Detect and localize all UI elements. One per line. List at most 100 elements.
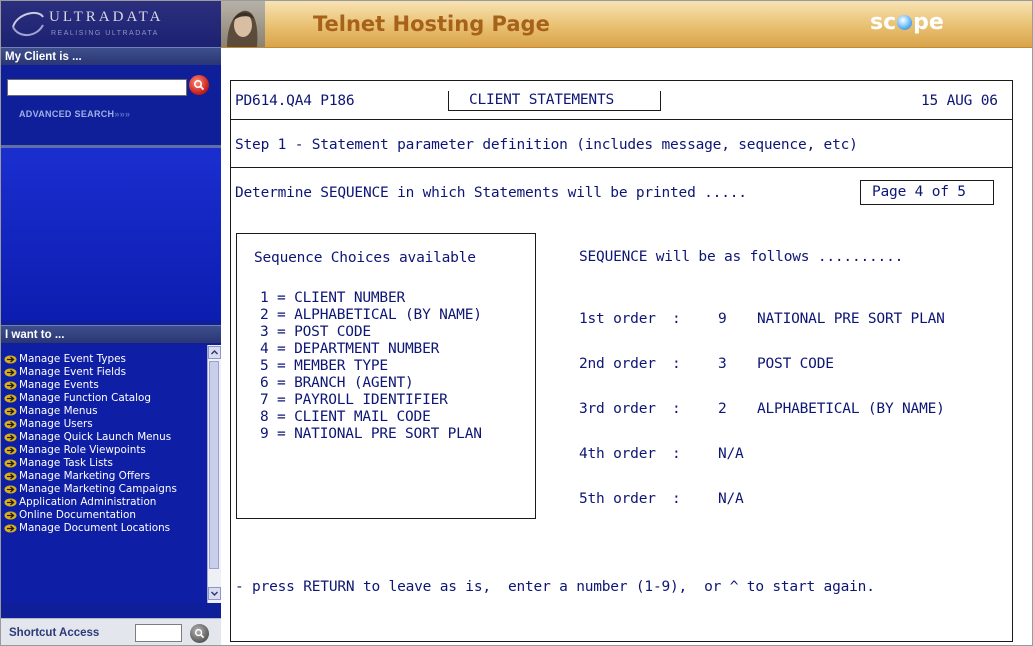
header-photo: [221, 1, 265, 47]
menu-item-label: Manage Events: [19, 379, 99, 391]
menu-item[interactable]: Manage Menus: [1, 406, 207, 417]
menu-item[interactable]: Application Administration: [1, 497, 207, 508]
menu-item-label: Manage Marketing Offers: [19, 470, 151, 482]
order-code: 3: [718, 356, 727, 372]
menu-item[interactable]: Manage Events: [1, 380, 207, 391]
order-label: 5th order: [579, 491, 656, 507]
page-number: Page 4 of 5: [872, 184, 966, 200]
menu-item-label: Manage Marketing Campaigns: [19, 483, 177, 495]
order-heading: SEQUENCE will be as follows ..........: [579, 249, 904, 265]
scope-logo: sc pe: [870, 10, 944, 35]
menu-item[interactable]: Manage Event Fields: [1, 367, 207, 378]
scroll-thumb[interactable]: [209, 361, 219, 569]
menu-item-label: Manage Menus: [19, 405, 98, 417]
menu-item-label: Manage Event Fields: [19, 366, 127, 378]
task-menu-list: Manage Event Types Manage Event Fields Man…: [1, 345, 207, 603]
shortcut-input[interactable]: [135, 624, 182, 642]
chevron-up-icon: [210, 349, 219, 355]
advanced-search-link[interactable]: ADVANCED SEARCH»»»: [19, 109, 130, 119]
menu-item[interactable]: Manage Role Viewpoints: [1, 445, 207, 456]
sequence-choice: 7 = PAYROLL IDENTIFIER: [260, 392, 448, 408]
input-prompt[interactable]: - press RETURN to leave as is, enter a n…: [235, 579, 875, 595]
shortcut-bar: Shortcut Access: [1, 618, 221, 645]
sidebar-panel: [1, 145, 221, 321]
menu-item-label: Application Administration: [19, 496, 157, 508]
logo-tagline: REALISING ULTRADATA: [51, 30, 159, 37]
choices-heading: Sequence Choices available: [254, 250, 476, 266]
scope-logo-left: sc: [870, 10, 897, 35]
menu-item-label: Manage Task Lists: [19, 457, 113, 469]
divider: [231, 167, 1012, 168]
sequence-choice: 2 = ALPHABETICAL (BY NAME): [260, 307, 482, 323]
task-arrow-icon: [4, 433, 17, 442]
menu-item[interactable]: Manage Function Catalog: [1, 393, 207, 404]
divider: [231, 119, 1012, 120]
order-sep: :: [672, 356, 681, 372]
menu-container: Manage Event Types Manage Event Fields Man…: [1, 345, 207, 534]
ultradata-logo: ULTRADATA REALISING ULTRADATA: [1, 1, 221, 47]
page-indicator: Page 4 of 5: [860, 180, 994, 205]
order-desc: NATIONAL PRE SORT PLAN: [757, 311, 945, 327]
task-arrow-icon: [4, 394, 17, 403]
client-heading: My Client is ...: [1, 47, 221, 65]
order-desc: ALPHABETICAL (BY NAME): [757, 401, 945, 417]
sequence-choices-box: Sequence Choices available 1 = CLIENT NU…: [236, 233, 536, 519]
screen-date: 15 AUG 06: [921, 93, 998, 109]
order-label: 4th order: [579, 446, 656, 462]
task-arrow-icon: [4, 381, 17, 390]
menu-item[interactable]: Manage Marketing Offers: [1, 471, 207, 482]
menu-item-label: Manage Event Types: [19, 353, 126, 365]
menu-item-label: Manage Function Catalog: [19, 392, 151, 404]
order-code: N/A: [718, 446, 744, 462]
menu-item-label: Online Documentation: [19, 509, 136, 521]
scroll-down-button[interactable]: [208, 587, 221, 600]
screen-title: CLIENT STATEMENTS: [469, 92, 615, 108]
want-heading: I want to ...: [1, 325, 221, 343]
shortcut-label: Shortcut Access: [9, 627, 100, 639]
scope-logo-right: pe: [913, 10, 944, 35]
menu-item[interactable]: Manage Quick Launch Menus: [1, 432, 207, 443]
program-id: PD614.QA4 P186: [235, 93, 355, 109]
menu-item[interactable]: Manage Event Types: [1, 354, 207, 365]
task-arrow-icon: [4, 420, 17, 429]
order-code: 9: [718, 311, 727, 327]
order-label: 2nd order: [579, 356, 656, 372]
menu-item[interactable]: Manage Document Locations: [1, 523, 207, 534]
chevron-right-icon: »»»: [114, 109, 131, 119]
menu-item-label: Manage Quick Launch Menus: [19, 431, 172, 443]
scroll-up-button[interactable]: [208, 346, 221, 359]
search-icon: [193, 79, 205, 91]
swoosh-icon: [12, 11, 44, 36]
task-arrow-icon: [4, 446, 17, 455]
menu-item[interactable]: Manage Task Lists: [1, 458, 207, 469]
order-label: 1st order: [579, 311, 656, 327]
step-text: Step 1 - Statement parameter definition …: [235, 137, 858, 153]
menu-item[interactable]: Manage Marketing Campaigns: [1, 484, 207, 495]
menu-scrollbar[interactable]: [207, 345, 221, 603]
order-code: N/A: [718, 491, 744, 507]
task-arrow-icon: [4, 368, 17, 377]
order-sep: :: [672, 491, 681, 507]
client-search-input[interactable]: [7, 79, 187, 96]
advanced-search-label: ADVANCED SEARCH: [19, 109, 115, 119]
menu-item-label: Manage Users: [19, 418, 93, 430]
search-icon: [194, 628, 205, 639]
logo-text: ULTRADATA: [49, 9, 164, 25]
order-code: 2: [718, 401, 727, 417]
menu-item-label: Manage Role Viewpoints: [19, 444, 146, 456]
menu-item[interactable]: Online Documentation: [1, 510, 207, 521]
task-arrow-icon: [4, 407, 17, 416]
shortcut-go-button[interactable]: [190, 624, 209, 643]
task-arrow-icon: [4, 485, 17, 494]
divider: [1, 145, 221, 148]
sidebar: ULTRADATA REALISING ULTRADATA My Client …: [1, 1, 221, 645]
task-arrow-icon: [4, 355, 17, 364]
terminal-screen[interactable]: PD614.QA4 P186 CLIENT STATEMENTS 15 AUG …: [230, 80, 1013, 642]
sequence-choice: 3 = POST CODE: [260, 324, 371, 340]
sequence-choice: 9 = NATIONAL PRE SORT PLAN: [260, 426, 482, 442]
scope-globe-icon: [897, 15, 913, 30]
sequence-choice: 6 = BRANCH (AGENT): [260, 375, 414, 391]
client-search-button[interactable]: [189, 75, 209, 95]
task-arrow-icon: [4, 459, 17, 468]
menu-item[interactable]: Manage Users: [1, 419, 207, 430]
